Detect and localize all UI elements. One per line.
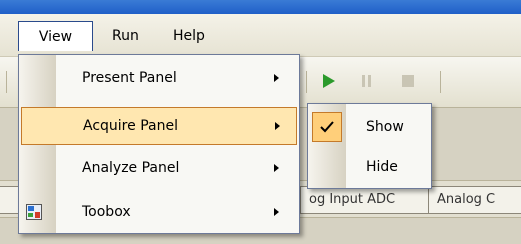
stop-icon xyxy=(402,75,414,87)
tab-analog[interactable]: Analog C xyxy=(428,186,521,214)
submenu-arrow-icon xyxy=(274,208,279,216)
toolbar-separator xyxy=(6,71,7,93)
menu-item-label: Analyze Panel xyxy=(82,160,180,176)
menu-run[interactable]: Run xyxy=(102,21,149,51)
toolbox-icon xyxy=(26,204,42,220)
menu-item-show[interactable]: Show xyxy=(308,108,431,146)
toolbar-separator xyxy=(440,71,441,93)
menu-item-toobox[interactable]: Toobox xyxy=(19,193,299,231)
title-bar xyxy=(0,0,521,14)
submenu-arrow-icon xyxy=(275,122,280,130)
tab-analog-input-adc[interactable]: og Input ADC xyxy=(300,186,438,214)
menu-view[interactable]: View xyxy=(18,21,93,51)
menu-item-analyze-panel[interactable]: Analyze Panel xyxy=(19,149,299,187)
menu-item-label: Show xyxy=(366,119,404,135)
menu-item-label: Acquire Panel xyxy=(83,118,178,134)
menu-item-present-panel[interactable]: Present Panel xyxy=(19,59,299,97)
play-icon xyxy=(323,74,335,88)
menu-help[interactable]: Help xyxy=(163,21,215,51)
toolbar-separator xyxy=(306,71,307,93)
view-menu-dropdown: Present Panel Acquire Panel Analyze Pane… xyxy=(18,54,300,234)
pause-icon xyxy=(362,75,371,87)
submenu-arrow-icon xyxy=(274,164,279,172)
menu-item-label: Toobox xyxy=(82,204,131,220)
checkmark-icon xyxy=(312,112,342,142)
menu-item-acquire-panel[interactable]: Acquire Panel xyxy=(21,107,297,145)
menu-bar: View Run Help xyxy=(0,14,521,57)
play-button[interactable] xyxy=(316,69,340,93)
acquire-panel-submenu: Show Hide xyxy=(307,103,432,189)
menu-item-hide[interactable]: Hide xyxy=(308,148,431,186)
submenu-arrow-icon xyxy=(274,74,279,82)
stop-button[interactable] xyxy=(396,69,420,93)
menu-item-label: Present Panel xyxy=(82,70,177,86)
pause-button[interactable] xyxy=(355,69,379,93)
menu-item-label: Hide xyxy=(366,159,398,175)
